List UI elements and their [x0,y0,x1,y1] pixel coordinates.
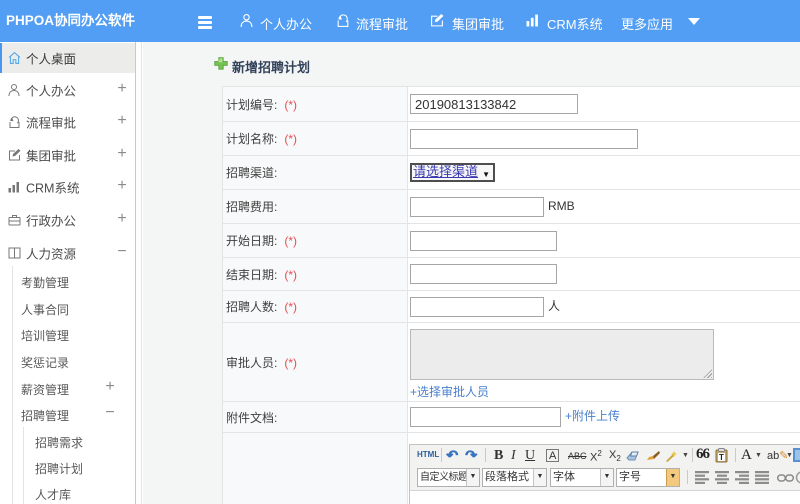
svg-text:T: T [719,453,724,462]
